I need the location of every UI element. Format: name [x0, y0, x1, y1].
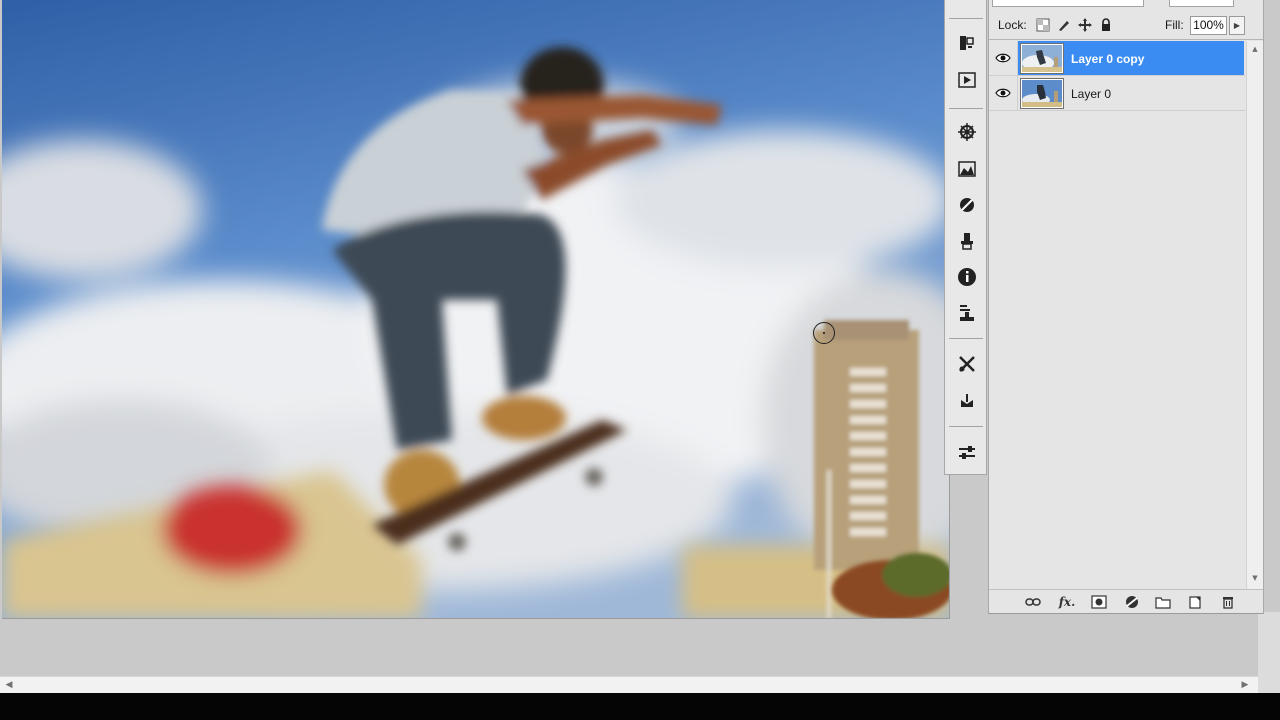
dock-separator	[949, 18, 983, 19]
character-icon[interactable]	[954, 440, 979, 465]
lock-position-icon[interactable]	[1077, 17, 1093, 33]
lock-label: Lock:	[998, 18, 1027, 32]
layer-name[interactable]: Layer 0	[1037, 85, 1111, 103]
workspace-corner	[1258, 612, 1280, 693]
blend-mode-select[interactable]	[992, 0, 1144, 7]
scroll-up-arrow-icon[interactable]: ▲	[1250, 44, 1260, 54]
eye-icon[interactable]	[995, 51, 1011, 65]
brush-cursor	[813, 322, 835, 344]
document-image[interactable]	[2, 0, 950, 619]
dock-separator	[949, 426, 983, 427]
panel-dock	[944, 0, 987, 475]
actions-icon[interactable]	[954, 67, 979, 92]
new-adjustment-layer-icon[interactable]	[1122, 593, 1142, 611]
layer-row-layer-0-copy[interactable]: Layer 0 copy	[989, 41, 1245, 76]
clone-source-icon[interactable]	[954, 228, 979, 253]
add-layer-mask-icon[interactable]	[1089, 593, 1109, 611]
histogram-icon[interactable]	[954, 156, 979, 181]
dock-separator	[949, 108, 983, 109]
layer-style-fx-icon[interactable]: fx.	[1057, 593, 1077, 611]
layers-vertical-scrollbar[interactable]: ▲ ▼	[1246, 41, 1263, 589]
letterbox-bar	[0, 693, 1280, 720]
tool-presets-icon[interactable]	[954, 351, 979, 376]
new-group-icon[interactable]	[1153, 593, 1173, 611]
fx-label: fx.	[1058, 595, 1076, 609]
row-separator	[1017, 76, 1018, 111]
navigator-icon[interactable]	[954, 119, 979, 144]
document-canvas-area[interactable]	[0, 0, 950, 675]
horizontal-scrollbar[interactable]: ◀ ▶	[0, 676, 1258, 693]
adjustments-icon[interactable]	[954, 192, 979, 217]
opacity-input[interactable]	[1169, 0, 1234, 7]
lock-transparent-pixels-icon[interactable]	[1035, 17, 1051, 33]
link-layers-icon[interactable]	[1023, 593, 1043, 611]
layer-name[interactable]: Layer 0 copy	[1037, 50, 1144, 68]
layers-panel-footer: fx.	[989, 589, 1263, 613]
row-separator	[1017, 41, 1018, 76]
history-icon[interactable]	[954, 30, 979, 55]
lock-image-pixels-icon[interactable]	[1056, 17, 1072, 33]
layer-row-layer-0[interactable]: Layer 0	[989, 76, 1245, 111]
scroll-left-arrow-icon[interactable]: ◀	[2, 679, 16, 692]
lock-all-icon[interactable]	[1098, 17, 1114, 33]
photoshop-window: ◀ ▶ Lock: Fill: 100% ▶ Layer 0 copy Laye…	[0, 0, 1280, 720]
stamp-icon[interactable]	[954, 300, 979, 325]
fill-input[interactable]: 100%	[1190, 16, 1227, 35]
dock-separator	[949, 338, 983, 339]
info-icon[interactable]	[954, 264, 979, 289]
layers-list: Layer 0 copy Layer 0	[989, 41, 1245, 589]
fill-slider-arrow-icon[interactable]: ▶	[1229, 16, 1245, 35]
delete-layer-icon[interactable]	[1218, 593, 1238, 611]
fill-label: Fill:	[1165, 18, 1184, 32]
eye-icon[interactable]	[995, 86, 1011, 100]
new-layer-icon[interactable]	[1185, 593, 1205, 611]
brushes-icon[interactable]	[954, 388, 979, 413]
skateboarder-photo	[2, 0, 949, 618]
scroll-down-arrow-icon[interactable]: ▼	[1250, 573, 1260, 583]
layers-panel-options: Lock: Fill: 100% ▶	[989, 0, 1263, 40]
layers-panel: Lock: Fill: 100% ▶ Layer 0 copy Layer 0 …	[988, 0, 1264, 614]
scroll-right-arrow-icon[interactable]: ▶	[1238, 679, 1252, 692]
